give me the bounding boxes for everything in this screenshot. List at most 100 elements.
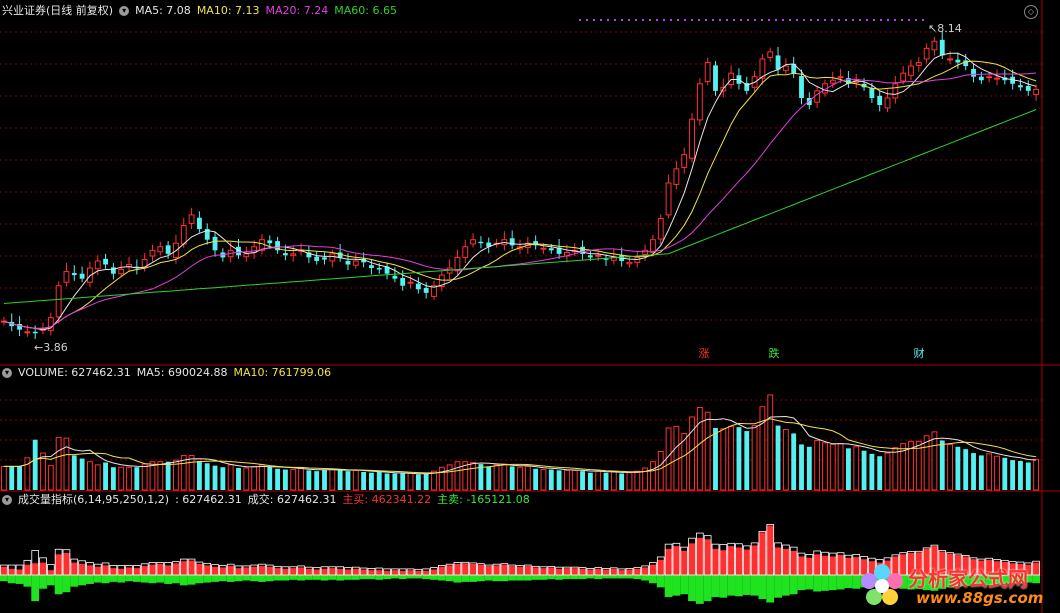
candle-down [587, 255, 593, 258]
settings-circle-icon[interactable]: ▾ [119, 6, 130, 16]
indicator-buy-bar [211, 566, 219, 575]
candle-up [892, 83, 899, 99]
volume-bar-up [298, 467, 304, 491]
indicator-sell-bar [531, 575, 540, 580]
candle-up [884, 97, 891, 109]
indicator-buy-bar [547, 567, 556, 575]
candle-up [118, 268, 125, 275]
indicator-buy-bar [148, 564, 157, 575]
indicator-sell-bar [797, 575, 806, 591]
top-marker-dot [704, 18, 708, 22]
candle-up [931, 40, 938, 51]
event-marker-up[interactable]: 涨 [697, 347, 711, 361]
volume-bar-up [665, 427, 672, 491]
indicator-buy-bar [578, 568, 587, 575]
candle-up [180, 225, 187, 245]
candle-down [314, 256, 320, 261]
candle-down [400, 277, 406, 286]
volume-bar-up [524, 465, 531, 491]
settings-circle-icon[interactable]: ▾ [2, 368, 12, 378]
indicator-buy-bar [226, 566, 235, 575]
volume-bar-up [517, 466, 523, 491]
volume-bar-up [986, 453, 993, 491]
candle-down [971, 68, 976, 77]
indicator-sell-bar [430, 575, 438, 580]
indicator-buy-bar [273, 568, 282, 575]
candle-down [603, 258, 609, 260]
indicator-sell-bar [476, 575, 485, 582]
indicator-sell-bar [516, 575, 524, 581]
settings-circle-icon[interactable]: ▾ [2, 495, 12, 505]
candle-up [900, 72, 907, 82]
volume-bar-down [736, 427, 742, 490]
top-marker-dot [900, 18, 904, 22]
volume-bar-up [657, 451, 664, 491]
top-marker-dot [802, 18, 806, 22]
indicator-name: 成交量指标(6,14,95,250,1,2) [18, 493, 170, 506]
indicator-buy-bar [195, 564, 204, 575]
indicator-sell-bar [156, 575, 165, 583]
kline-chart[interactable] [0, 0, 1060, 613]
candle-down [32, 331, 38, 334]
collapse-icon[interactable]: ◇ [1024, 5, 1038, 19]
candle-up [243, 253, 250, 258]
volume-bar-down [713, 427, 718, 490]
volume-panel-header: ▾ VOLUME: 627462.31 MA5: 690024.88 MA10:… [2, 364, 331, 382]
volume-bar-down [845, 448, 851, 490]
event-marker-down[interactable]: 跌 [767, 347, 781, 361]
candle-up [595, 254, 602, 257]
event-marker-finance[interactable]: 财 [912, 347, 926, 361]
indicator-sell-bar [297, 575, 305, 581]
indicator-sell-bar [719, 575, 728, 598]
top-marker-dot [711, 18, 715, 22]
indicator-buy-bar [742, 549, 751, 575]
indicator-buy-bar [117, 568, 126, 575]
main-panel-header: 兴业证券(日线 前复权) ▾ MA5: 7.08 MA10: 7.13 MA20… [2, 2, 397, 20]
candle-up [814, 90, 821, 103]
top-marker-dot [697, 18, 701, 22]
indicator-sell-bar [727, 575, 736, 596]
volume-bar-up [610, 471, 617, 491]
indicator-buy-bar [672, 546, 681, 575]
candle-up [626, 261, 633, 265]
candle-down [165, 245, 171, 254]
volume-bar-up [47, 465, 54, 491]
volume-bar-down [204, 463, 210, 490]
top-marker-dot [858, 18, 862, 22]
volume-bar-down [275, 468, 281, 490]
volume-bar-down [103, 462, 108, 490]
candle-up [290, 253, 297, 256]
volume-bar-up [751, 425, 758, 491]
volume-bar-up [24, 457, 31, 491]
top-marker-dot [655, 18, 659, 22]
stock-title[interactable]: 兴业证券(日线 前复权) [2, 2, 113, 20]
candle-up [329, 253, 336, 262]
indicator-buy-bar [500, 564, 509, 575]
candle-down [955, 59, 961, 63]
volume-bar-down [955, 446, 961, 490]
volume-bar-up [814, 440, 821, 491]
top-marker-dot [718, 18, 722, 22]
indicator-buy-bar [625, 569, 634, 575]
top-marker-dot [886, 18, 890, 22]
indicator-buy-bar [234, 568, 243, 575]
top-marker-dot [676, 18, 680, 22]
volume-ma10-label: MA10: 761799.06 [233, 366, 332, 379]
candle-up [650, 239, 656, 253]
indicator-buy-bar [78, 564, 87, 575]
volume-bar-down [861, 450, 867, 490]
indicator-sell-bar [821, 575, 829, 591]
indicator-buy-bar [688, 543, 696, 575]
volume-bar-up [563, 469, 570, 491]
volume-bar-down [32, 439, 38, 490]
indicator-sell-bar [375, 575, 384, 580]
candle-down [282, 253, 288, 256]
candle-up [407, 281, 414, 284]
indicator-sell-bar [23, 575, 32, 587]
indicator-sell-bar [383, 575, 391, 580]
indicator-sell-bar [265, 575, 274, 582]
indicator-buy-bar [844, 557, 853, 575]
candle-up [462, 246, 469, 258]
volume-bar-down [314, 471, 320, 490]
indicator-sell-bar [508, 575, 517, 581]
